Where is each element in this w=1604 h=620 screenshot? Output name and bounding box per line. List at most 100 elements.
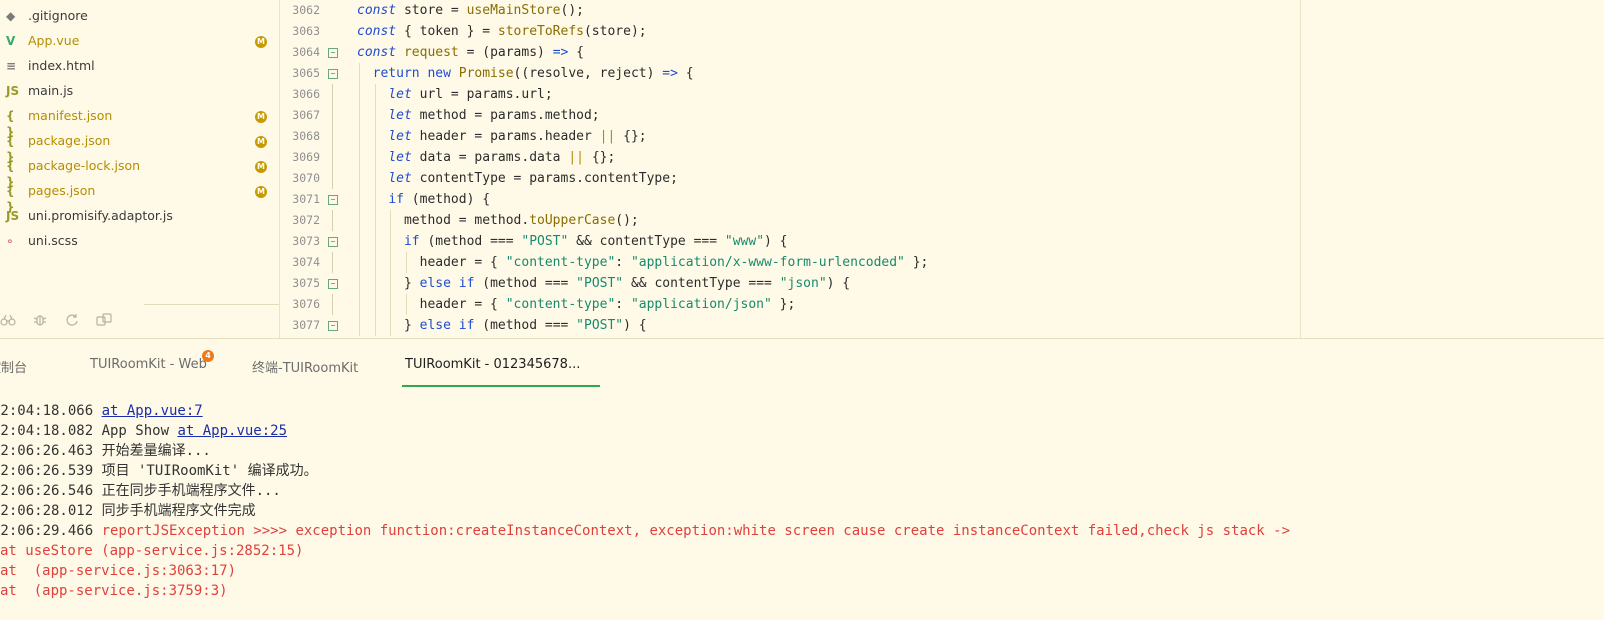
log-timestamp: 12:06:29.466	[0, 523, 102, 539]
tab-label: TUIRoomKit - Web	[90, 357, 207, 372]
log-line: 12:06:26.463 开始差量编译...	[0, 441, 211, 461]
code-text: const { token } = storeToRefs(store);	[357, 24, 647, 39]
file-item[interactable]: ≡ index.html	[0, 55, 279, 80]
console-tab[interactable]: TUIRoomKit - Web 4	[90, 350, 214, 383]
line-number: 3065	[292, 66, 320, 80]
code-text: let method = params.method;	[388, 108, 600, 123]
log-line: 12:04:18.082 App Show at App.vue:25	[0, 421, 287, 441]
line-number: 3068	[292, 129, 320, 143]
line-number: 3072	[292, 213, 320, 227]
tab-label: 控制台	[0, 361, 28, 376]
fold-toggle-icon[interactable]: −	[328, 279, 338, 289]
log-line: at (app-service.js:3063:17)	[0, 561, 236, 581]
file-item[interactable]: ∘ uni.scss	[0, 230, 279, 255]
file-name: .gitignore	[28, 8, 88, 23]
fold-toggle-icon[interactable]: −	[328, 69, 338, 79]
devices-icon[interactable]	[96, 312, 112, 328]
notification-badge: 4	[202, 350, 214, 362]
line-number: 3077	[292, 318, 320, 332]
fold-toggle-icon[interactable]: −	[328, 48, 338, 58]
fold-toggle-icon[interactable]: −	[328, 237, 338, 247]
error-text: at useStore (app-service.js:2852:15)	[0, 543, 304, 559]
binoculars-icon[interactable]	[0, 312, 16, 328]
code-line: 3076 header = { "content-type": "applica…	[280, 294, 1300, 315]
log-timestamp: 12:06:28.012	[0, 503, 102, 519]
code-line: 3067 let method = params.method;	[280, 105, 1300, 126]
code-line: 3068 let header = params.header || {};	[280, 126, 1300, 147]
log-line: 12:06:26.539 项目 'TUIRoomKit' 编译成功。	[0, 461, 318, 481]
error-text: at (app-service.js:3063:17)	[0, 563, 237, 579]
tab-label: 终端-TUIRoomKit	[252, 361, 359, 376]
file-name: package.json	[28, 133, 111, 148]
modified-badge: M	[255, 186, 267, 198]
fold-guide	[332, 147, 333, 168]
console-tab[interactable]: 控制台	[0, 357, 27, 383]
log-timestamp: 12:04:18.066	[0, 403, 102, 419]
file-item[interactable]: V App.vue M	[0, 30, 279, 55]
file-item[interactable]: { } package.json M	[0, 130, 279, 164]
file-item[interactable]: JS uni.promisify.adaptor.js	[0, 205, 279, 230]
log-line: at (app-service.js:3759:3)	[0, 581, 228, 601]
code-text: if (method) {	[388, 192, 491, 207]
log-line: at useStore (app-service.js:2852:15)	[0, 541, 303, 561]
console-tab[interactable]: TUIRoomKit - 012345678...	[405, 357, 580, 383]
console-tab[interactable]: 终端-TUIRoomKit	[252, 357, 358, 383]
code-text: const store = useMainStore();	[357, 3, 584, 18]
error-text: reportJSException >>>> exception functio…	[101, 523, 1291, 539]
scss-icon: ∘	[6, 234, 14, 248]
json-icon: { }	[6, 134, 15, 164]
file-item[interactable]: { } package-lock.json M	[0, 155, 279, 189]
code-text: return new Promise((resolve, reject) => …	[372, 66, 694, 81]
code-text: let data = params.data || {};	[388, 150, 616, 165]
code-line: 3070 let contentType = params.contentTyp…	[280, 168, 1300, 189]
code-editor[interactable]: 3062 const store = useMainStore(); 3063 con…	[280, 0, 1300, 338]
modified-badge: M	[255, 161, 267, 173]
error-text: at (app-service.js:3759:3)	[0, 583, 228, 599]
log-text: 正在同步手机端程序文件...	[101, 483, 281, 499]
code-line: 3069 let data = params.data || {};	[280, 147, 1300, 168]
file-item[interactable]: { } manifest.json M	[0, 105, 279, 139]
line-number: 3069	[292, 150, 320, 164]
bug-icon[interactable]	[32, 312, 48, 328]
file-name: pages.json	[28, 183, 96, 198]
active-tab-indicator	[402, 385, 600, 387]
line-number: 3063	[292, 24, 320, 38]
code-line: 3065− return new Promise((resolve, rejec…	[280, 63, 1300, 84]
code-line: 3075− } else if (method === "POST" && co…	[280, 273, 1300, 294]
sidebar-divider	[144, 304, 279, 305]
source-link[interactable]: at App.vue:25	[177, 423, 287, 439]
code-line: 3063 const { token } = storeToRefs(store)…	[280, 21, 1300, 42]
fold-toggle-icon[interactable]: −	[328, 321, 338, 331]
code-text: header = { "content-type": "application/…	[357, 255, 929, 270]
modified-badge: M	[255, 36, 267, 48]
log-text: 同步手机端程序文件完成	[101, 503, 256, 519]
line-number: 3070	[292, 171, 320, 185]
log-text: 开始差量编译...	[101, 443, 211, 459]
json-icon: { }	[6, 184, 15, 214]
source-link[interactable]: at App.vue:7	[102, 403, 203, 419]
code-line: 3074 header = { "content-type": "applica…	[280, 252, 1300, 273]
file-item[interactable]: ◆ .gitignore	[0, 5, 279, 30]
line-number: 3066	[292, 87, 320, 101]
line-number: 3075	[292, 276, 320, 290]
log-line: 12:06:26.546 正在同步手机端程序文件...	[0, 481, 281, 501]
code-line: 3077− } else if (method === "POST") {	[280, 315, 1300, 336]
file-name: uni.scss	[28, 233, 78, 248]
modified-badge: M	[255, 136, 267, 148]
code-text: let url = params.url;	[388, 87, 553, 102]
line-number: 3071	[292, 192, 320, 206]
refresh-icon[interactable]	[64, 312, 80, 328]
fold-guide	[332, 168, 333, 189]
file-name: index.html	[28, 58, 95, 73]
fold-toggle-icon[interactable]: −	[328, 195, 338, 205]
code-text: header = { "content-type": "application/…	[357, 297, 796, 312]
file-explorer: ◆ .gitignore V App.vue M ≡ index.html JS main.js…	[0, 0, 280, 338]
file-item[interactable]: { } pages.json M	[0, 180, 279, 214]
fold-guide	[332, 210, 333, 231]
file-name: App.vue	[28, 33, 80, 48]
file-name: package-lock.json	[28, 158, 141, 173]
fold-guide	[332, 105, 333, 126]
code-line: 3066 let url = params.url;	[280, 84, 1300, 105]
code-text: } else if (method === "POST") {	[357, 318, 647, 333]
file-item[interactable]: JS main.js	[0, 80, 279, 105]
